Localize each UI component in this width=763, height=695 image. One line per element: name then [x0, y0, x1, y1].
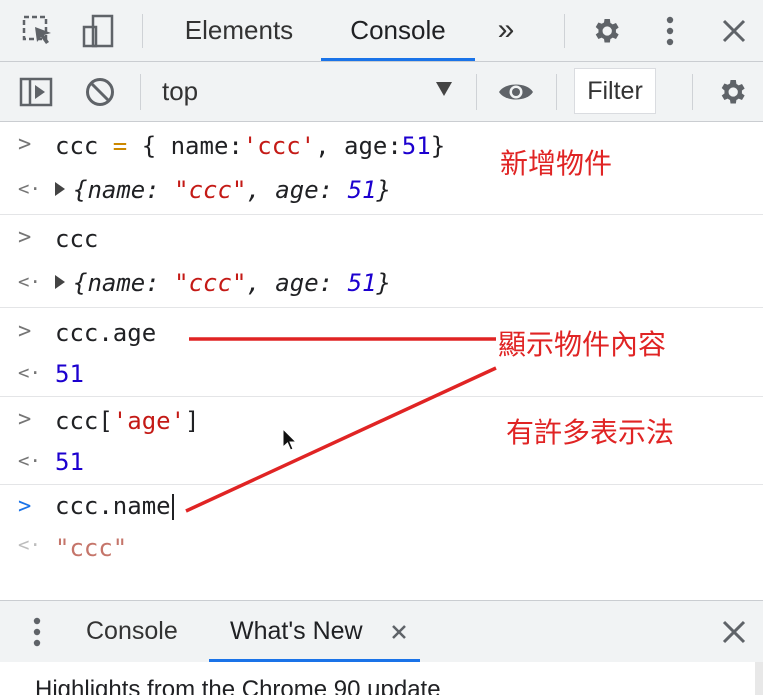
drawer-tab-whats-new[interactable]: What's New [230, 601, 363, 661]
drawer-tab-bar: Console What's New [0, 600, 763, 662]
drawer-scrollbar[interactable] [755, 662, 763, 695]
drawer-menu-icon[interactable] [22, 613, 52, 651]
drawer-tab-console[interactable]: Console [86, 601, 178, 661]
whats-new-heading: Highlights from the Chrome 90 update [35, 676, 441, 695]
whats-new-panel[interactable]: Highlights from the Chrome 90 update [0, 662, 763, 695]
annotation-lines [185, 337, 497, 513]
close-tab-icon[interactable] [388, 621, 410, 643]
close-drawer-icon[interactable] [716, 615, 752, 649]
annotation-line-diagonal [185, 366, 497, 513]
mouse-pointer-icon [282, 428, 298, 451]
